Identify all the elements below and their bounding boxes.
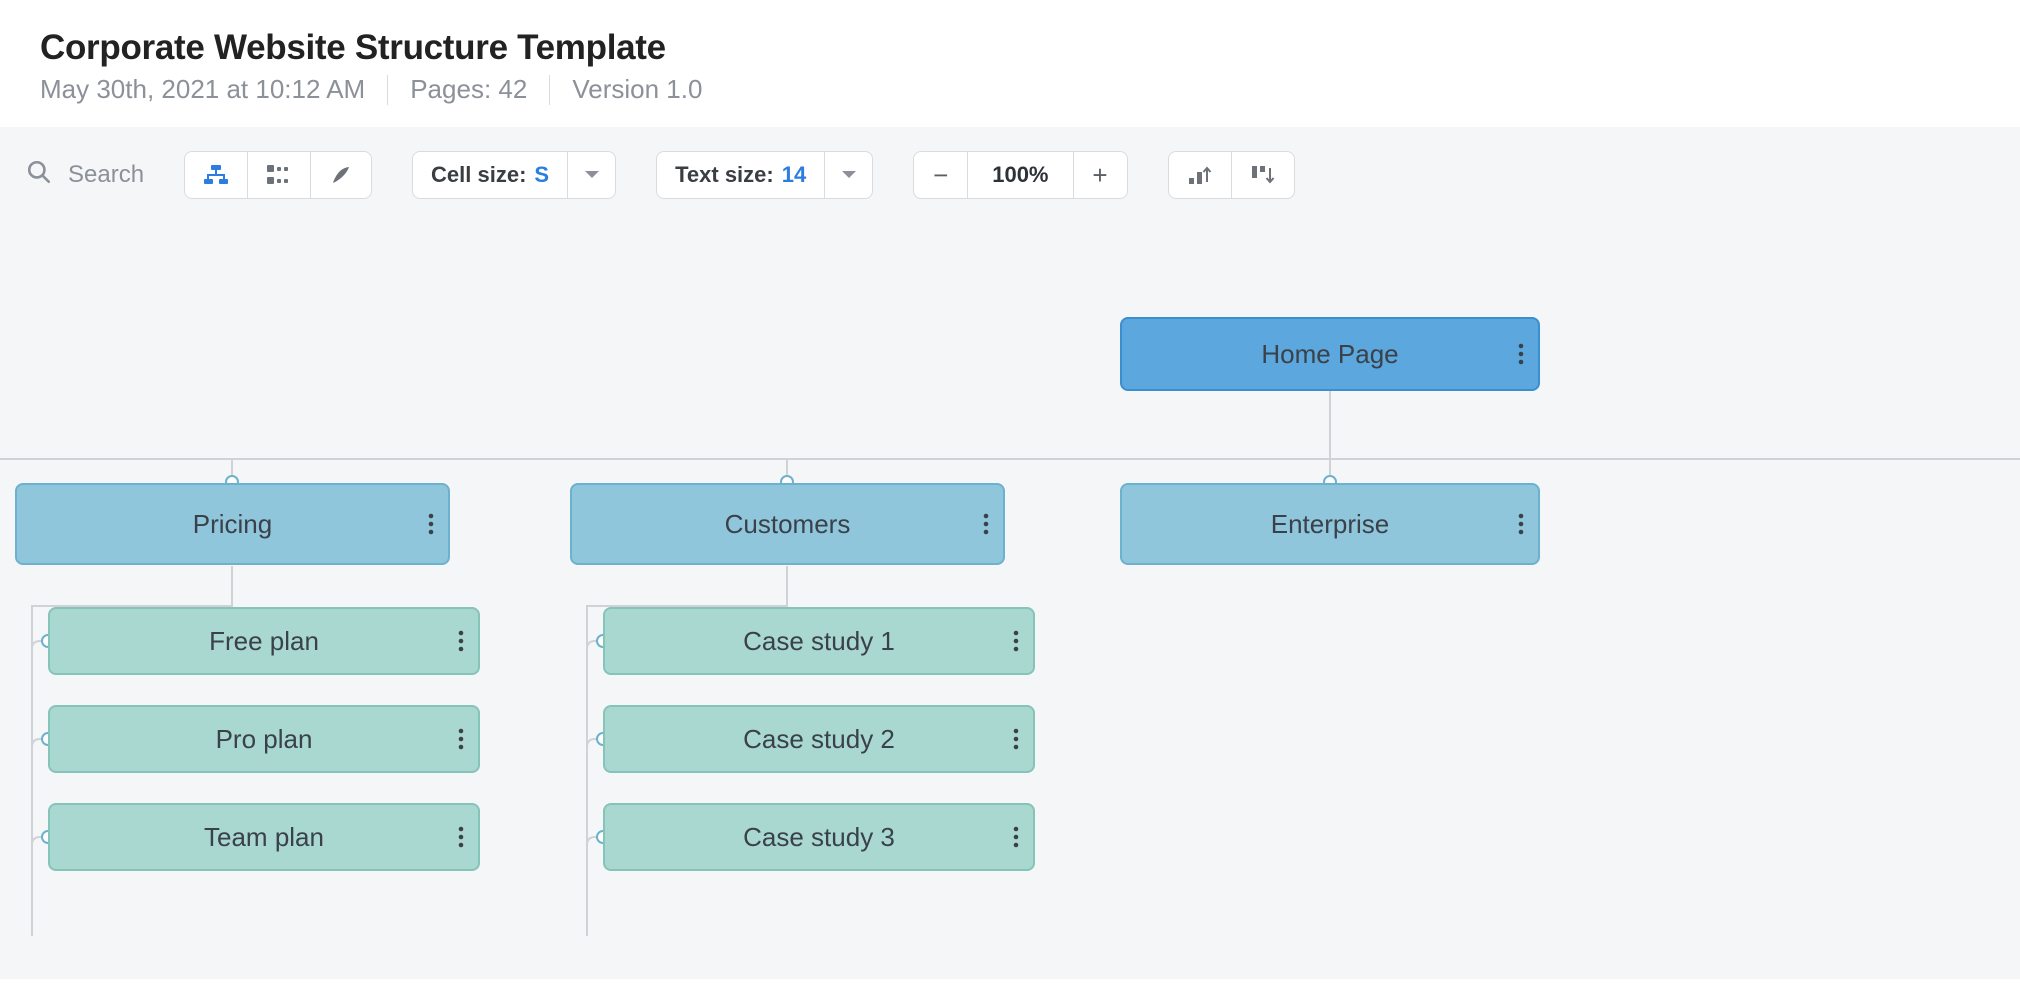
cell-size-select[interactable]: Cell size: S — [412, 151, 616, 199]
sort-descending-button[interactable] — [1232, 152, 1294, 198]
node-label: Pro plan — [216, 724, 313, 755]
node-menu-button[interactable] — [983, 485, 989, 563]
node-label: Enterprise — [1271, 509, 1390, 540]
node-menu-button[interactable] — [1013, 707, 1019, 771]
chevron-down-icon[interactable] — [567, 152, 615, 198]
node-pricing[interactable]: Pricing — [15, 483, 450, 565]
node-label: Case study 2 — [743, 724, 895, 755]
zoom-control: − 100% + — [913, 151, 1127, 199]
node-label: Free plan — [209, 626, 319, 657]
meta-date: May 30th, 2021 at 10:12 AM — [40, 74, 365, 105]
sort-ascending-button[interactable] — [1169, 152, 1232, 198]
page-title: Corporate Website Structure Template — [40, 28, 1980, 68]
node-label: Case study 3 — [743, 822, 895, 853]
node-label: Home Page — [1261, 339, 1398, 370]
node-label: Pricing — [193, 509, 272, 540]
node-menu-button[interactable] — [1518, 319, 1524, 389]
node-case-study-1[interactable]: Case study 1 — [603, 607, 1035, 675]
search-placeholder: Search — [68, 161, 144, 189]
search-icon — [26, 159, 52, 192]
node-menu-button[interactable] — [458, 707, 464, 771]
meta-version: Version 1.0 — [572, 74, 702, 105]
view-list-button[interactable] — [248, 152, 311, 198]
view-tree-button[interactable] — [185, 152, 248, 198]
zoom-in-button[interactable]: + — [1073, 152, 1127, 198]
text-size-label: Text size: — [675, 162, 774, 188]
sort-group — [1168, 151, 1295, 199]
node-pro-plan[interactable]: Pro plan — [48, 705, 480, 773]
node-menu-button[interactable] — [1013, 609, 1019, 673]
node-menu-button[interactable] — [1518, 485, 1524, 563]
text-size-value: 14 — [782, 162, 806, 188]
zoom-out-button[interactable]: − — [914, 152, 968, 198]
zoom-value: 100% — [968, 162, 1072, 188]
meta-separator — [549, 75, 550, 105]
node-label: Case study 1 — [743, 626, 895, 657]
node-team-plan[interactable]: Team plan — [48, 803, 480, 871]
cell-size-value: S — [534, 162, 549, 188]
chevron-down-icon[interactable] — [824, 152, 872, 198]
page-meta: May 30th, 2021 at 10:12 AM Pages: 42 Ver… — [40, 74, 1980, 105]
node-menu-button[interactable] — [1013, 805, 1019, 869]
view-freeform-button[interactable] — [311, 152, 371, 198]
node-label: Team plan — [204, 822, 324, 853]
node-case-study-2[interactable]: Case study 2 — [603, 705, 1035, 773]
cell-size-label: Cell size: — [431, 162, 526, 188]
node-label: Customers — [725, 509, 851, 540]
view-mode-group — [184, 151, 372, 199]
text-size-select[interactable]: Text size: 14 — [656, 151, 873, 199]
node-customers[interactable]: Customers — [570, 483, 1005, 565]
node-menu-button[interactable] — [428, 485, 434, 563]
search-input[interactable]: Search — [26, 159, 144, 192]
node-free-plan[interactable]: Free plan — [48, 607, 480, 675]
node-menu-button[interactable] — [458, 609, 464, 673]
sitemap-diagram[interactable]: Home Page Pricing Customers Enterprise — [0, 199, 2020, 979]
node-menu-button[interactable] — [458, 805, 464, 869]
meta-pages: Pages: 42 — [410, 74, 527, 105]
node-enterprise[interactable]: Enterprise — [1120, 483, 1540, 565]
node-home-page[interactable]: Home Page — [1120, 317, 1540, 391]
meta-separator — [387, 75, 388, 105]
node-case-study-3[interactable]: Case study 3 — [603, 803, 1035, 871]
